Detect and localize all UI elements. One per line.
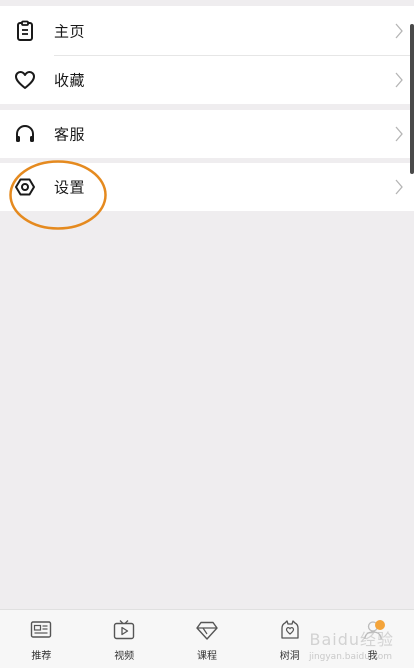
tab-label: 我: [367, 651, 378, 662]
news-icon: [31, 621, 52, 638]
tree-hole-icon: [281, 620, 299, 639]
chevron-right-icon: [395, 126, 403, 142]
menu-group-main: 主页 收藏: [0, 6, 414, 104]
tab-course[interactable]: 课程: [166, 610, 249, 668]
chevron-right-icon: [395, 179, 403, 195]
menu-item-customer-service[interactable]: 客服: [0, 110, 414, 158]
chevron-right-icon: [395, 23, 403, 38]
tab-tree-hole[interactable]: 树洞: [248, 610, 331, 668]
scrollbar[interactable]: [410, 24, 414, 174]
tab-recommend[interactable]: 推荐: [0, 610, 83, 668]
menu-item-label: 设置: [54, 178, 86, 197]
heart-icon: [12, 67, 38, 93]
chevron-right-icon: [395, 72, 403, 87]
menu-group-service: 客服: [0, 110, 414, 158]
menu-item-settings[interactable]: 设置: [0, 163, 414, 211]
tab-video[interactable]: 视频: [83, 610, 166, 668]
bottom-tab-bar: 推荐 视频 课程 树洞 我: [0, 609, 414, 668]
clipboard-icon: [12, 18, 38, 44]
tab-label: 课程: [196, 651, 217, 662]
menu-item-label: 主页: [54, 22, 86, 40]
tab-label: 视频: [114, 651, 135, 662]
menu-item-label: 客服: [54, 125, 86, 144]
menu-item-label: 收藏: [54, 71, 86, 89]
menu-group-settings: 设置: [0, 163, 414, 211]
tv-play-icon: [113, 620, 135, 640]
diamond-icon: [196, 621, 218, 640]
headphones-icon: [12, 121, 38, 147]
hexagon-settings-icon: [12, 174, 38, 200]
menu-item-home[interactable]: 主页: [0, 6, 414, 56]
tab-label: 树洞: [279, 651, 300, 662]
tab-me[interactable]: 我: [331, 610, 414, 668]
menu-item-favorites[interactable]: 收藏: [0, 55, 414, 104]
active-dot: [374, 620, 385, 630]
tab-label: 推荐: [31, 651, 52, 662]
